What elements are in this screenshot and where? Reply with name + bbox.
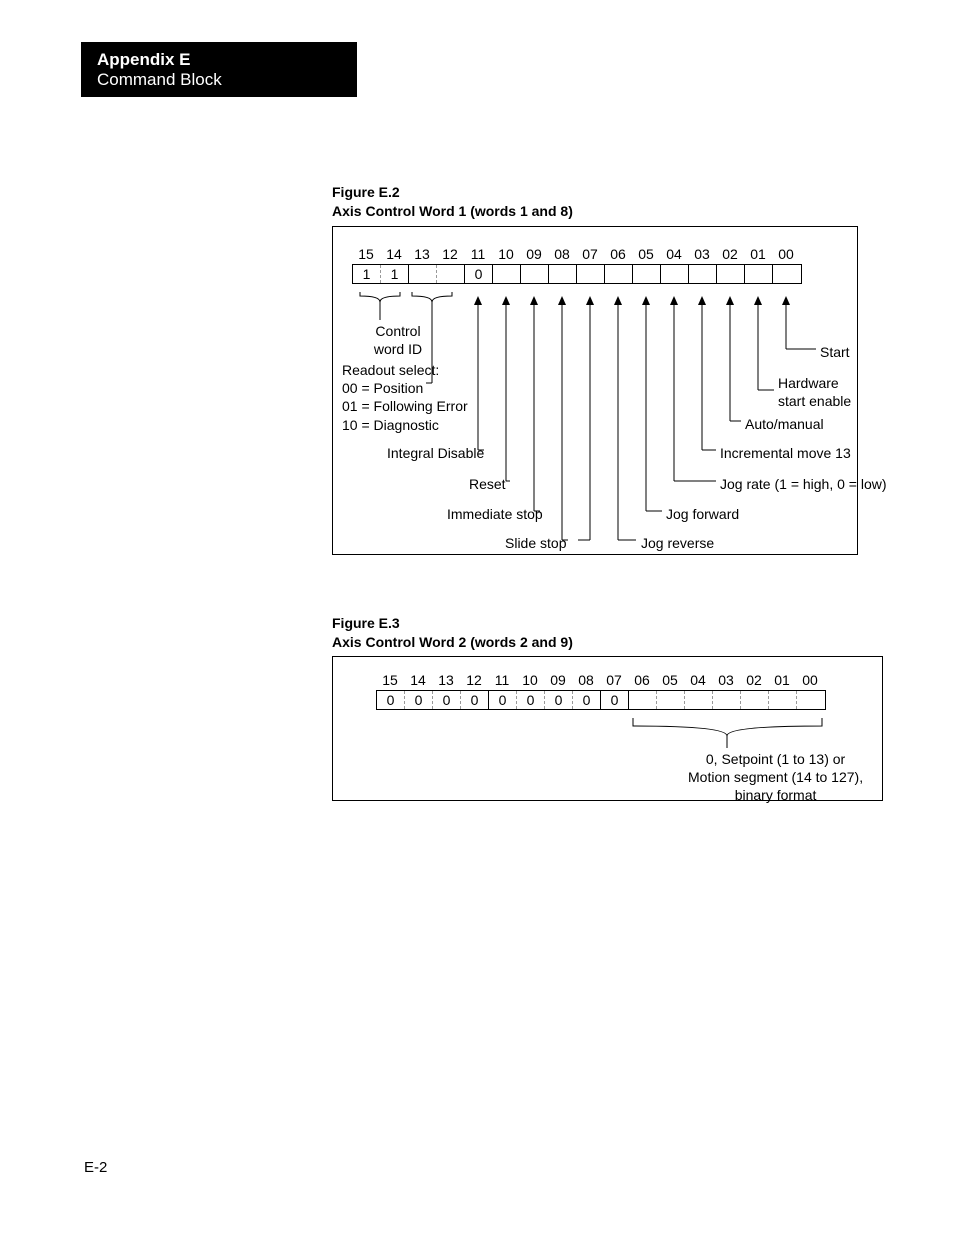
ann-immediate-stop: Immediate stop: [447, 505, 543, 523]
bitsE3-cell: 00: [796, 672, 824, 688]
figE3-bit-values: 000000000: [376, 690, 826, 710]
figE3-value-cell: [769, 691, 797, 709]
ann-reset: Reset: [469, 475, 506, 493]
bitsE3-cell: 04: [684, 672, 712, 688]
figE3-value-cell: [797, 691, 825, 709]
page-header: Appendix E Command Block: [81, 42, 357, 97]
figE2-label: Figure E.2 Axis Control Word 1 (words 1 …: [332, 183, 573, 221]
bitsE2-cell: 15: [352, 246, 380, 262]
ann-jog-rate: Jog rate (1 = high, 0 = low): [720, 475, 887, 493]
figE2-value-cell: [549, 265, 577, 283]
figE2-bit-labels: 15141312111009080706050403020100: [352, 246, 800, 262]
figE3-value-cell: 0: [377, 691, 405, 709]
figE2-value-cell: [633, 265, 661, 283]
bitsE2-cell: 10: [492, 246, 520, 262]
figE3-name: Figure E.3: [332, 615, 400, 631]
bitsE3-cell: 12: [460, 672, 488, 688]
figE2-value-cell: 1: [381, 265, 409, 283]
page: Appendix E Command Block Figure E.2 Axis…: [0, 0, 954, 1235]
figE2-title: Axis Control Word 1 (words 1 and 8): [332, 203, 573, 219]
bitsE3-cell: 09: [544, 672, 572, 688]
ann-readout-select-01: 01 = Following Error: [342, 397, 468, 415]
ann-readout-select: Readout select: 00 = Position 01 = Follo…: [342, 361, 468, 434]
bitsE3-cell: 13: [432, 672, 460, 688]
figE3-value-cell: 0: [573, 691, 601, 709]
figE2-value-cell: [661, 265, 689, 283]
figE3-value-cell: 0: [489, 691, 517, 709]
ann-control-word-id: Control word ID: [368, 322, 428, 358]
bitsE2-cell: 14: [380, 246, 408, 262]
ann-jog-reverse: Jog reverse: [641, 534, 714, 552]
bitsE2-cell: 06: [604, 246, 632, 262]
bitsE2-cell: 00: [772, 246, 800, 262]
section-name: Command Block: [97, 70, 341, 90]
bitsE2-cell: 05: [632, 246, 660, 262]
ann-figE3-note: 0, Setpoint (1 to 13) or Motion segment …: [688, 750, 863, 805]
figE2-value-cell: [521, 265, 549, 283]
figE3-value-cell: 0: [433, 691, 461, 709]
figE2-value-cell: [773, 265, 801, 283]
ann-slide-stop: Slide stop: [505, 534, 566, 552]
figE3-label: Figure E.3 Axis Control Word 2 (words 2 …: [332, 614, 573, 652]
figE2-value-cell: [605, 265, 633, 283]
ann-hw-start-enable: Hardware start enable: [778, 374, 851, 410]
bitsE2-cell: 02: [716, 246, 744, 262]
bitsE3-cell: 02: [740, 672, 768, 688]
ann-jog-forward: Jog forward: [666, 505, 739, 523]
bitsE2-cell: 01: [744, 246, 772, 262]
figE2-value-cell: [493, 265, 521, 283]
figE2-value-cell: [717, 265, 745, 283]
figE2-value-cell: [577, 265, 605, 283]
figE3-value-cell: [713, 691, 741, 709]
figE2-value-cell: [745, 265, 773, 283]
bitsE2-cell: 08: [548, 246, 576, 262]
figE2-value-cell: [409, 265, 437, 283]
bitsE3-cell: 07: [600, 672, 628, 688]
figE3-value-cell: 0: [601, 691, 629, 709]
bitsE2-cell: 13: [408, 246, 436, 262]
ann-integral-disable: Integral Disable: [387, 444, 484, 462]
bitsE2-cell: 09: [520, 246, 548, 262]
bitsE3-cell: 15: [376, 672, 404, 688]
figE3-value-cell: 0: [545, 691, 573, 709]
page-number: E-2: [84, 1159, 107, 1176]
ann-readout-select-00: 00 = Position: [342, 379, 468, 397]
figE2-value-cell: 0: [465, 265, 493, 283]
bitsE3-cell: 03: [712, 672, 740, 688]
figE3-value-cell: [629, 691, 657, 709]
ann-inc-move-13: Incremental move 13: [720, 444, 851, 462]
figE3-value-cell: [657, 691, 685, 709]
ann-readout-select-title: Readout select:: [342, 361, 468, 379]
bitsE3-cell: 11: [488, 672, 516, 688]
bitsE2-cell: 07: [576, 246, 604, 262]
bitsE2-cell: 03: [688, 246, 716, 262]
bitsE3-cell: 14: [404, 672, 432, 688]
figE3-value-cell: [741, 691, 769, 709]
figE3-value-cell: 0: [405, 691, 433, 709]
figE2-value-cell: 1: [353, 265, 381, 283]
bitsE2-cell: 11: [464, 246, 492, 262]
figE2-bit-values: 11 0: [352, 264, 802, 284]
bitsE3-cell: 01: [768, 672, 796, 688]
figE3-bit-labels: 15141312111009080706050403020100: [376, 672, 824, 688]
figE3-value-cell: [685, 691, 713, 709]
figE3-value-cell: 0: [517, 691, 545, 709]
bitsE3-cell: 06: [628, 672, 656, 688]
figE2-value-cell: [689, 265, 717, 283]
ann-auto-manual: Auto/manual: [745, 415, 824, 433]
figE2-value-cell: [437, 265, 465, 283]
figE2-name: Figure E.2: [332, 184, 400, 200]
figE3-title: Axis Control Word 2 (words 2 and 9): [332, 634, 573, 650]
ann-start: Start: [820, 343, 850, 361]
bitsE3-cell: 05: [656, 672, 684, 688]
appendix-name: Appendix E: [97, 50, 341, 70]
bitsE3-cell: 10: [516, 672, 544, 688]
bitsE3-cell: 08: [572, 672, 600, 688]
figE3-value-cell: 0: [461, 691, 489, 709]
bitsE2-cell: 12: [436, 246, 464, 262]
bitsE2-cell: 04: [660, 246, 688, 262]
ann-readout-select-10: 10 = Diagnostic: [342, 416, 468, 434]
